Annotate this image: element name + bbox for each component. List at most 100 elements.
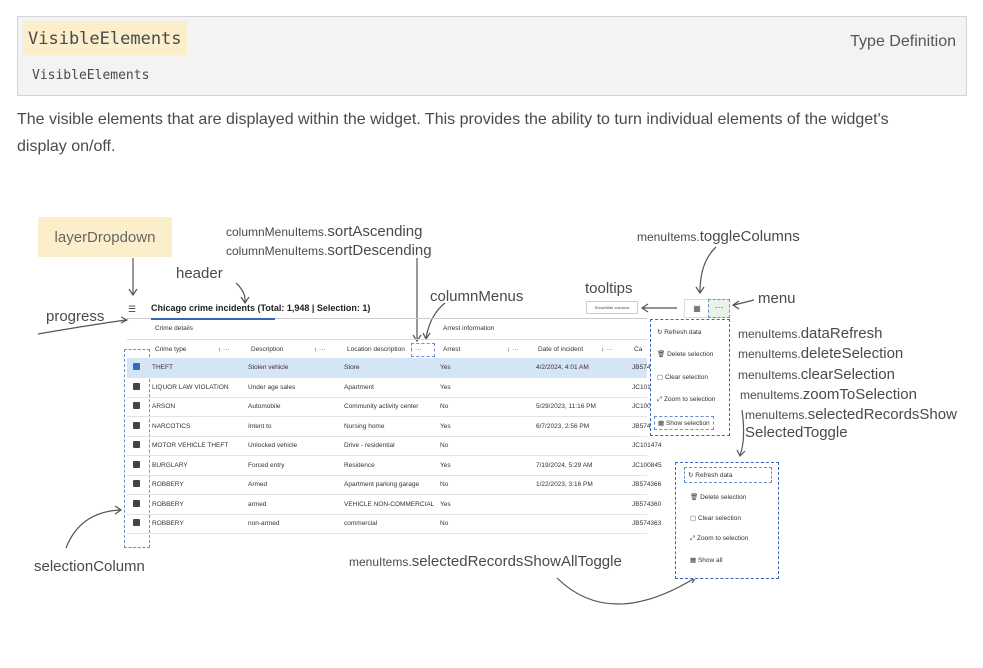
ellipsis-icon[interactable]: ··· bbox=[708, 299, 730, 318]
table-cell: BURGLARY bbox=[152, 461, 188, 469]
table-cell: JB574 bbox=[632, 364, 651, 371]
menu-item-label: Show selection bbox=[665, 420, 710, 427]
table-cell: 4/2/2024, 4:01 AM bbox=[536, 364, 589, 371]
menu-item-clear[interactable]: ▢ Clear selection bbox=[657, 373, 708, 381]
label-text: clearSelection bbox=[800, 366, 895, 383]
label-header: header bbox=[176, 265, 223, 282]
menu-item-label: Show all bbox=[697, 557, 723, 564]
table-row[interactable]: MOTOR VEHICLE THEFT Unlocked vehicle Drive… bbox=[127, 436, 662, 456]
menu-item-zoom[interactable]: ⤢ Zoom to selection bbox=[657, 396, 715, 404]
row-checkbox[interactable] bbox=[133, 363, 140, 370]
label-zoom-to-selection: menuItems.zoomToSelection bbox=[740, 386, 917, 403]
columns-icon[interactable]: ▦ bbox=[684, 299, 710, 318]
menu-item-delete[interactable]: 🗑 Delete selection bbox=[657, 350, 713, 358]
table-cell: ROBBERY bbox=[152, 500, 184, 508]
label-prefix: columnMenuItems. bbox=[226, 225, 328, 239]
table-cell: VEHICLE NON-COMMERCIAL bbox=[344, 500, 435, 508]
label-column-menus: columnMenus bbox=[430, 288, 524, 305]
label-text: dataRefresh bbox=[800, 325, 883, 342]
table-row[interactable]: ROBBERY non-armed commercial No JB574363 bbox=[127, 514, 661, 534]
table-cell: ROBBERY bbox=[152, 481, 184, 488]
table-row[interactable]: LIQUOR LAW VIOLATION Under age sales Apart… bbox=[127, 378, 651, 398]
row-checkbox[interactable] bbox=[133, 519, 140, 526]
label-text: sortAscending bbox=[327, 223, 423, 240]
column-header-arrest[interactable]: Arrest bbox=[443, 346, 460, 353]
label-text: sortDescending bbox=[327, 242, 432, 259]
tooltip: Show/hide columns bbox=[586, 301, 638, 314]
table-cell: 1/22/2023, 3:16 PM bbox=[536, 481, 593, 488]
table-cell: LIQUOR LAW VIOLATION bbox=[152, 383, 229, 391]
table-cell: JB574 bbox=[632, 422, 651, 430]
table-row[interactable]: ARSON Automobile Community activity center… bbox=[127, 397, 651, 417]
row-checkbox[interactable] bbox=[133, 499, 140, 507]
column-header-description[interactable]: Description bbox=[251, 346, 284, 353]
label-sort-descending: columnMenuItems.sortDescending bbox=[226, 242, 432, 259]
table-cell: armed bbox=[248, 500, 267, 508]
row-checkbox[interactable] bbox=[133, 460, 140, 468]
row-checkbox[interactable] bbox=[133, 480, 140, 487]
table-cell: JC101 bbox=[632, 383, 651, 391]
column-menu-icon[interactable]: ↕ ··· bbox=[507, 346, 519, 353]
table-row[interactable]: THEFT Stolen vehicle Store Yes 4/2/2024, 4:0… bbox=[127, 358, 651, 378]
table-row[interactable]: ROBBERY armed VEHICLE NON-COMMERCIAL Yes JB5… bbox=[127, 495, 661, 515]
label-prefix: menuItems. bbox=[738, 368, 801, 382]
label-text: toggleColumns bbox=[699, 228, 800, 245]
table-cell: Automobile bbox=[248, 403, 281, 410]
row-checkbox[interactable] bbox=[133, 441, 140, 448]
table-cell: Under age sales bbox=[248, 383, 296, 391]
table-row[interactable]: ROBBERY Armed Apartment parking garage No 1/… bbox=[127, 475, 661, 495]
table-cell: Intent to bbox=[248, 422, 272, 430]
column-menu-icon[interactable]: ↕ ··· bbox=[314, 346, 326, 353]
column-header-date[interactable]: Date of incident bbox=[538, 346, 583, 353]
table-row[interactable]: NARCOTICS Intent to Nursing home Yes 6/7/202… bbox=[127, 417, 651, 437]
column-header-case[interactable]: Ca bbox=[634, 346, 642, 353]
menu-item-refresh[interactable]: ↻ Refresh data bbox=[684, 467, 772, 483]
table-cell: Apartment bbox=[344, 383, 374, 391]
label-text: selectedRecordsShowAllToggle bbox=[411, 553, 622, 570]
table-cell: 6/7/2023, 2:56 PM bbox=[536, 422, 590, 430]
table-title: Chicago crime incidents (Total: 1,948 | … bbox=[151, 303, 371, 313]
label-prefix: menuItems. bbox=[745, 408, 808, 422]
row-checkbox[interactable] bbox=[133, 421, 140, 429]
table-cell: No bbox=[440, 481, 449, 488]
menu-item-show-all[interactable]: ▦ Show all bbox=[690, 556, 723, 564]
progress-bar bbox=[151, 318, 275, 320]
table-cell: Forced entry bbox=[248, 461, 285, 469]
row-checkbox[interactable] bbox=[133, 382, 140, 390]
menu-item-zoom[interactable]: ⤢ Zoom to selection bbox=[690, 535, 748, 543]
table-cell: 5/29/2023, 11:16 PM bbox=[536, 403, 596, 410]
table-cell: non-armed bbox=[248, 520, 280, 527]
label-prefix: columnMenuItems. bbox=[226, 244, 328, 258]
menu-item-show-selection[interactable]: ▦ Show selection bbox=[654, 416, 714, 430]
table-cell: Community activity center bbox=[344, 403, 419, 410]
label-tooltips: tooltips bbox=[585, 280, 633, 297]
label-prefix: menuItems. bbox=[738, 347, 801, 361]
group-divider bbox=[127, 339, 647, 340]
menu-item-clear[interactable]: ▢ Clear selection bbox=[690, 514, 741, 522]
label-progress: progress bbox=[46, 308, 105, 325]
group-arrest-info: Arrest information bbox=[443, 325, 495, 332]
label-text: zoomToSelection bbox=[802, 386, 917, 403]
column-menu-icon[interactable]: ↕ ··· bbox=[601, 346, 613, 353]
menu-item-refresh[interactable]: ↻ Refresh data bbox=[657, 328, 701, 336]
table-cell: No bbox=[440, 403, 449, 410]
table-cell: NARCOTICS bbox=[152, 422, 191, 430]
table-cell: Stolen vehicle bbox=[248, 364, 289, 371]
table-cell: No bbox=[440, 442, 449, 449]
row-checkbox[interactable] bbox=[133, 402, 140, 409]
column-header-crime-type[interactable]: Crime type bbox=[155, 346, 186, 353]
layers-icon[interactable]: ☰ bbox=[128, 304, 136, 315]
table-cell: Nursing home bbox=[344, 422, 385, 430]
table-cell: THEFT bbox=[152, 364, 173, 371]
table-cell: Yes bbox=[440, 383, 451, 391]
label-toggle-columns: menuItems.toggleColumns bbox=[637, 228, 800, 245]
table-row[interactable]: BURGLARY Forced entry Residence Yes 7/19/202… bbox=[127, 456, 662, 476]
label-show-all: menuItems.selectedRecordsShowAllToggle bbox=[349, 553, 622, 570]
column-header-location[interactable]: Location description bbox=[347, 346, 405, 353]
label-text: deleteSelection bbox=[800, 345, 904, 362]
table-cell: JB574363 bbox=[632, 520, 662, 527]
column-menu-icon[interactable]: ↕ ··· bbox=[218, 346, 230, 353]
menu-item-delete[interactable]: 🗑 Delete selection bbox=[690, 493, 746, 501]
label-selection-column: selectionColumn bbox=[34, 558, 145, 575]
table-cell: JB574366 bbox=[632, 481, 662, 488]
